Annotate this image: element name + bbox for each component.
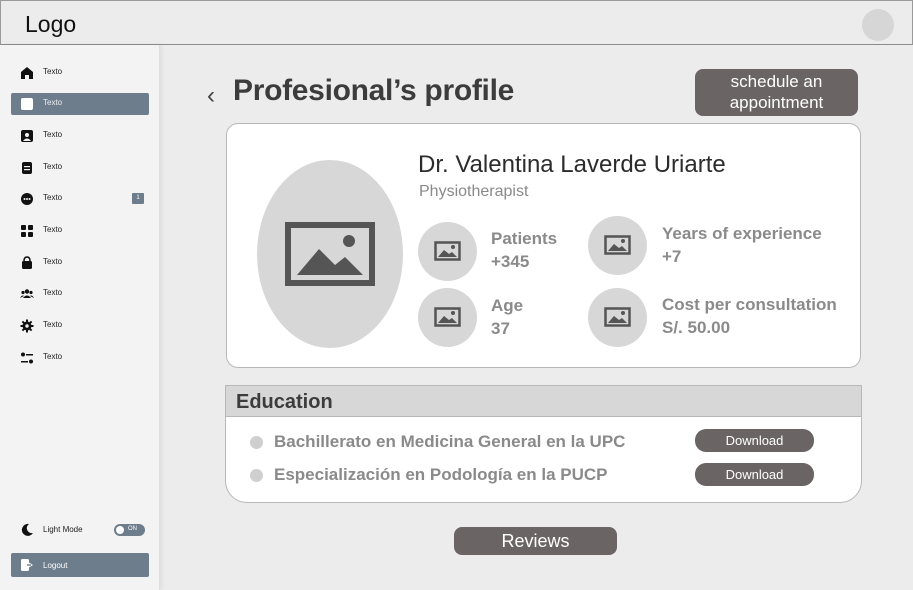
sliders-icon [20, 351, 34, 365]
bag-icon [20, 256, 34, 270]
image-icon [604, 235, 631, 255]
education-item: Especialización en Podología en la PUCP [274, 465, 608, 484]
light-mode-label: Light Mode [43, 525, 83, 534]
sidebar-item-portrait[interactable]: Texto [11, 125, 149, 147]
cost-value: S/. 50.00 [662, 318, 731, 337]
toggle-knob [116, 526, 124, 534]
page-title: Profesional’s profile [233, 74, 514, 107]
age-value: 37 [491, 319, 510, 338]
cost-stat-icon [588, 288, 647, 347]
logout-label: Logout [43, 561, 68, 570]
logo: Logo [25, 11, 77, 37]
education-item: Bachillerato en Medicina General en la U… [274, 432, 626, 451]
sidebar-item-label: Texto [43, 257, 63, 266]
sidebar-item-edit[interactable]: Texto [11, 93, 149, 115]
download-button[interactable]: Download [695, 463, 814, 486]
sidebar-item-label: Texto [43, 130, 63, 139]
education-header: Education [226, 386, 861, 417]
sidebar-item-settings[interactable]: Texto [11, 315, 149, 337]
people-icon [20, 287, 34, 301]
profile-photo-placeholder [257, 160, 403, 348]
patients-stat-icon [418, 222, 477, 281]
chat-icon [20, 192, 34, 206]
bullet-icon [250, 469, 263, 482]
back-chevron-icon[interactable]: ‹ [207, 82, 215, 110]
sidebar-item-home[interactable]: Texto [11, 62, 149, 84]
education-card: Education Bachillerato en Medicina Gener… [225, 385, 862, 503]
sidebar-item-label: Texto [43, 225, 63, 234]
sidebar-item-bag[interactable]: Texto [11, 252, 149, 274]
sidebar-item-label: Texto [43, 67, 63, 76]
light-mode-row: Light Mode ON [11, 519, 149, 541]
doctor-name: Dr. Valentina Laverde Uriarte [418, 151, 726, 178]
logout-icon [20, 558, 34, 572]
download-button[interactable]: Download [695, 429, 814, 452]
top-bar: Logo [0, 0, 913, 45]
image-icon [434, 307, 461, 327]
profile-card: Dr. Valentina Laverde Uriarte Physiother… [226, 123, 861, 368]
experience-value: +7 [662, 247, 682, 266]
reviews-button[interactable]: Reviews [454, 527, 617, 555]
grid-icon [20, 224, 34, 238]
light-mode-toggle[interactable]: ON [114, 524, 145, 536]
toggle-label: ON [128, 526, 137, 532]
education-title: Education [236, 391, 333, 413]
sidebar-item-label: Texto [43, 193, 63, 202]
experience-stat-icon [588, 216, 647, 275]
edit-icon [20, 97, 34, 111]
document-icon [20, 161, 34, 175]
patients-value: +345 [491, 252, 530, 271]
sidebar-item-chat[interactable]: Texto 1 [11, 188, 149, 210]
sidebar-item-label: Texto [43, 98, 63, 107]
cost-label: Cost per consultation [662, 295, 837, 314]
notification-badge: 1 [132, 193, 144, 204]
experience-label: Years of experience [662, 224, 822, 243]
image-icon [604, 307, 631, 327]
sidebar-item-document[interactable]: Texto [11, 157, 149, 179]
sidebar-item-label: Texto [43, 320, 63, 329]
user-avatar[interactable] [862, 9, 894, 41]
logout-button[interactable]: Logout [11, 553, 149, 577]
image-placeholder-icon [285, 222, 375, 286]
home-icon [20, 66, 34, 80]
sidebar-item-label: Texto [43, 288, 63, 297]
sidebar-item-label: Texto [43, 352, 63, 361]
patients-label: Patients [491, 229, 558, 248]
moon-icon [20, 523, 34, 537]
doctor-specialty: Physiotherapist [419, 183, 529, 200]
sidebar-item-sliders[interactable]: Texto [11, 347, 149, 369]
schedule-appointment-button[interactable]: schedule an appointment [695, 69, 858, 116]
gear-icon [20, 319, 34, 333]
bullet-icon [250, 436, 263, 449]
sidebar-item-label: Texto [43, 162, 63, 171]
sidebar-item-grid[interactable]: Texto [11, 220, 149, 242]
age-stat-icon [418, 288, 477, 347]
sidebar-item-people[interactable]: Texto [11, 283, 149, 305]
image-icon [434, 241, 461, 261]
sidebar: Texto Texto Texto Texto Texto 1 Texto Te… [0, 45, 160, 590]
portrait-icon [20, 129, 34, 143]
age-label: Age [491, 296, 524, 315]
